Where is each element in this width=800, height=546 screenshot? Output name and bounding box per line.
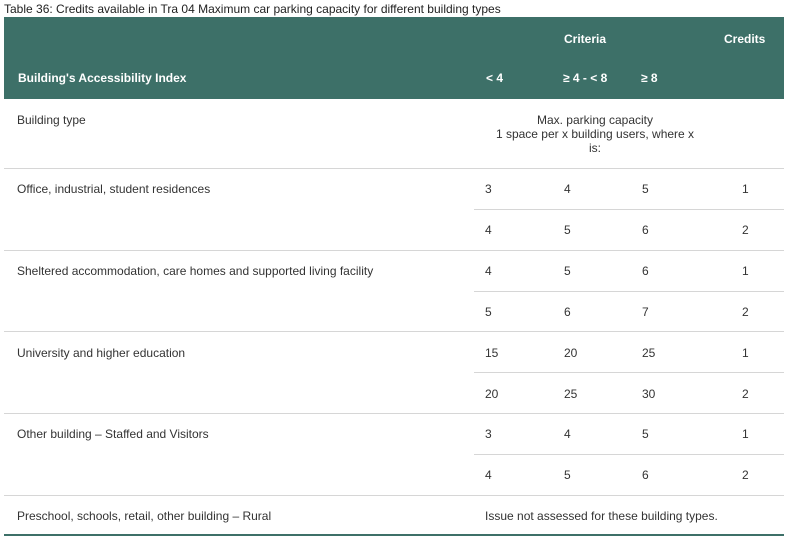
capacity-ge8: 6 <box>642 264 649 278</box>
row-divider <box>474 209 784 210</box>
capacity-ge8: 6 <box>642 468 649 482</box>
capacity-lt4: 4 <box>485 223 492 237</box>
accessibility-index-header: Building's Accessibility Index <box>18 71 187 85</box>
row-divider <box>4 495 784 496</box>
row-divider <box>474 372 784 373</box>
row-divider <box>4 331 784 332</box>
capacity-4to8: 5 <box>564 468 571 482</box>
capacity-lt4: 3 <box>485 182 492 196</box>
credits-value: 1 <box>742 346 749 360</box>
capacity-lt4: 15 <box>485 346 499 360</box>
credits-value: 2 <box>742 387 749 401</box>
credits-value: 2 <box>742 468 749 482</box>
not-assessed-note: Issue not assessed for these building ty… <box>485 509 718 523</box>
credits-value: 2 <box>742 305 749 319</box>
capacity-4to8: 5 <box>564 223 571 237</box>
capacity-ge8: 7 <box>642 305 649 319</box>
index-col-4to8-header: ≥ 4 - < 8 <box>563 71 608 85</box>
index-col-ge8-header: ≥ 8 <box>641 71 658 85</box>
capacity-4to8: 4 <box>564 427 571 441</box>
capacity-lt4: 4 <box>485 264 492 278</box>
capacity-lt4: 4 <box>485 468 492 482</box>
building-type-name: Sheltered accommodation, care homes and … <box>17 264 374 278</box>
capacity-4to8: 5 <box>564 264 571 278</box>
building-type-name: University and higher education <box>17 346 186 360</box>
credits-value: 1 <box>742 264 749 278</box>
capacity-ge8: 6 <box>642 223 649 237</box>
index-col-lt4-header: < 4 <box>486 71 504 85</box>
credits-value: 1 <box>742 182 749 196</box>
row-divider <box>4 250 784 251</box>
row-divider <box>4 168 784 169</box>
building-type-name: Office, industrial, student residences <box>17 182 211 196</box>
table-header: Criteria Credits Building's Accessibilit… <box>4 17 784 99</box>
building-type-name: Other building – Staffed and Visitors <box>17 427 209 441</box>
credits-value: 2 <box>742 223 749 237</box>
table-caption: Table 36: Credits available in Tra 04 Ma… <box>4 2 501 16</box>
capacity-ge8: 30 <box>642 387 656 401</box>
capacity-ge8: 25 <box>642 346 656 360</box>
capacity-ge8: 5 <box>642 427 649 441</box>
max-capacity-line-3: is: <box>589 141 601 155</box>
table-bottom-border <box>4 534 784 536</box>
capacity-ge8: 5 <box>642 182 649 196</box>
criteria-header: Criteria <box>564 32 607 46</box>
row-divider <box>474 454 784 455</box>
capacity-4to8: 25 <box>564 387 578 401</box>
capacity-4to8: 6 <box>564 305 571 319</box>
max-capacity-line-2: 1 space per x building users, where x <box>495 127 695 141</box>
capacity-lt4: 20 <box>485 387 499 401</box>
capacity-lt4: 3 <box>485 427 492 441</box>
capacity-4to8: 4 <box>564 182 571 196</box>
credits-header: Credits <box>724 32 766 46</box>
row-divider <box>474 291 784 292</box>
row-divider <box>4 413 784 414</box>
building-type-label: Building type <box>17 113 86 127</box>
capacity-lt4: 5 <box>485 305 492 319</box>
capacity-4to8: 20 <box>564 346 578 360</box>
credits-value: 1 <box>742 427 749 441</box>
building-type-name: Preschool, schools, retail, other buildi… <box>17 509 272 523</box>
max-capacity-line-1: Max. parking capacity <box>536 113 654 127</box>
